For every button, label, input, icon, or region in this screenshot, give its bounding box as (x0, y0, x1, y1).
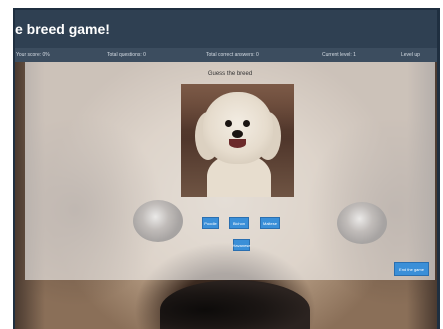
app-window: e breed game! Your score: 0% Total quest… (13, 8, 440, 329)
stat-score: Your score: 0% (16, 52, 50, 58)
question-prompt: Guess the breed (207, 71, 253, 77)
end-game-button[interactable]: End the game (394, 262, 429, 276)
answer-button-1[interactable]: Poodle (202, 217, 219, 229)
answer-button-2[interactable]: Bichon (229, 217, 249, 229)
stat-current-level: Current level: 1 (322, 52, 356, 58)
answer-button-3[interactable]: Maltese (260, 217, 280, 229)
stat-total-correct: Total correct answers: 0 (206, 52, 259, 58)
stats-bar: Your score: 0% Total questions: 0 Total … (15, 48, 437, 62)
answer-button-4[interactable]: Havanese (233, 239, 251, 251)
stat-level-up: Level up (401, 52, 420, 58)
app-title: e breed game! (15, 21, 110, 37)
stat-total-questions: Total questions: 0 (107, 52, 146, 58)
question-dog-photo (181, 84, 294, 197)
game-panel: Guess the breed Poodle Bichon Maltese Ha… (25, 62, 435, 280)
app-header: e breed game! (15, 10, 437, 48)
